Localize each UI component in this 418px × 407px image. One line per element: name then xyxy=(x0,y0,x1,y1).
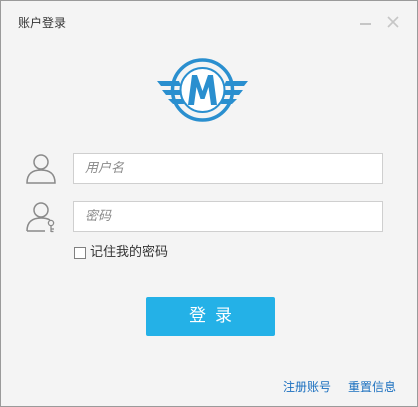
user-key-icon xyxy=(26,202,55,233)
reset-info-link[interactable]: 重置信息 xyxy=(348,380,396,394)
checkbox-box[interactable] xyxy=(74,247,86,259)
winged-m-logo xyxy=(157,58,248,122)
login-button[interactable]: 登录 xyxy=(146,297,275,336)
close-button[interactable] xyxy=(385,14,401,30)
minimize-button[interactable] xyxy=(358,14,374,30)
username-input[interactable] xyxy=(73,153,383,184)
close-icon xyxy=(387,16,399,28)
remember-password-checkbox[interactable]: 记住我的密码 xyxy=(74,245,168,261)
user-icon xyxy=(26,154,56,184)
remember-password-label[interactable]: 记住我的密码 xyxy=(90,245,168,261)
minimize-icon xyxy=(360,23,371,25)
password-input[interactable] xyxy=(73,201,383,232)
register-account-link[interactable]: 注册账号 xyxy=(283,380,331,394)
login-window: 账户登录 用户名 记住我的密码 登录 注册账号 重置信息 xyxy=(0,0,418,407)
window-title: 账户登录 xyxy=(18,16,67,30)
title-bar: 账户登录 xyxy=(1,1,417,37)
